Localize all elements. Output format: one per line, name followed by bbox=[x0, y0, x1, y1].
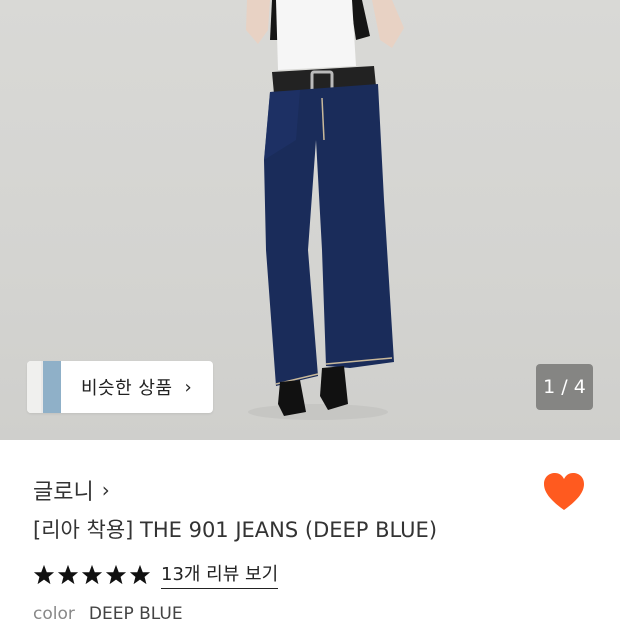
rating-row: 13개 리뷰 보기 bbox=[33, 560, 279, 589]
brand-link[interactable]: 글로니 › bbox=[33, 474, 110, 506]
color-info: color DEEP BLUE bbox=[33, 604, 183, 624]
star-icon bbox=[105, 564, 127, 584]
color-label: color bbox=[33, 604, 75, 624]
color-value: DEEP BLUE bbox=[88, 604, 183, 624]
star-icon bbox=[129, 564, 151, 584]
similar-products-label: 비슷한 상품 bbox=[81, 378, 173, 399]
similar-products-button[interactable]: 비슷한 상품 › bbox=[27, 361, 213, 413]
product-title: [리아 착용] THE 901 JEANS (DEEP BLUE) bbox=[33, 518, 438, 542]
chevron-right-icon: › bbox=[101, 478, 110, 502]
rating-stars bbox=[33, 564, 153, 586]
brand-name: 글로니 bbox=[33, 480, 94, 505]
view-reviews-link[interactable]: 13개 리뷰 보기 bbox=[161, 560, 279, 589]
star-icon bbox=[81, 564, 103, 584]
star-icon bbox=[33, 564, 55, 584]
image-page-counter: 1 / 4 bbox=[536, 364, 593, 410]
similar-product-thumbnail bbox=[27, 361, 61, 413]
heart-icon[interactable] bbox=[542, 472, 586, 512]
chevron-right-icon: › bbox=[184, 376, 192, 398]
star-icon bbox=[57, 564, 79, 584]
product-image-carousel[interactable]: 비슷한 상품 › 1 / 4 bbox=[0, 0, 620, 440]
